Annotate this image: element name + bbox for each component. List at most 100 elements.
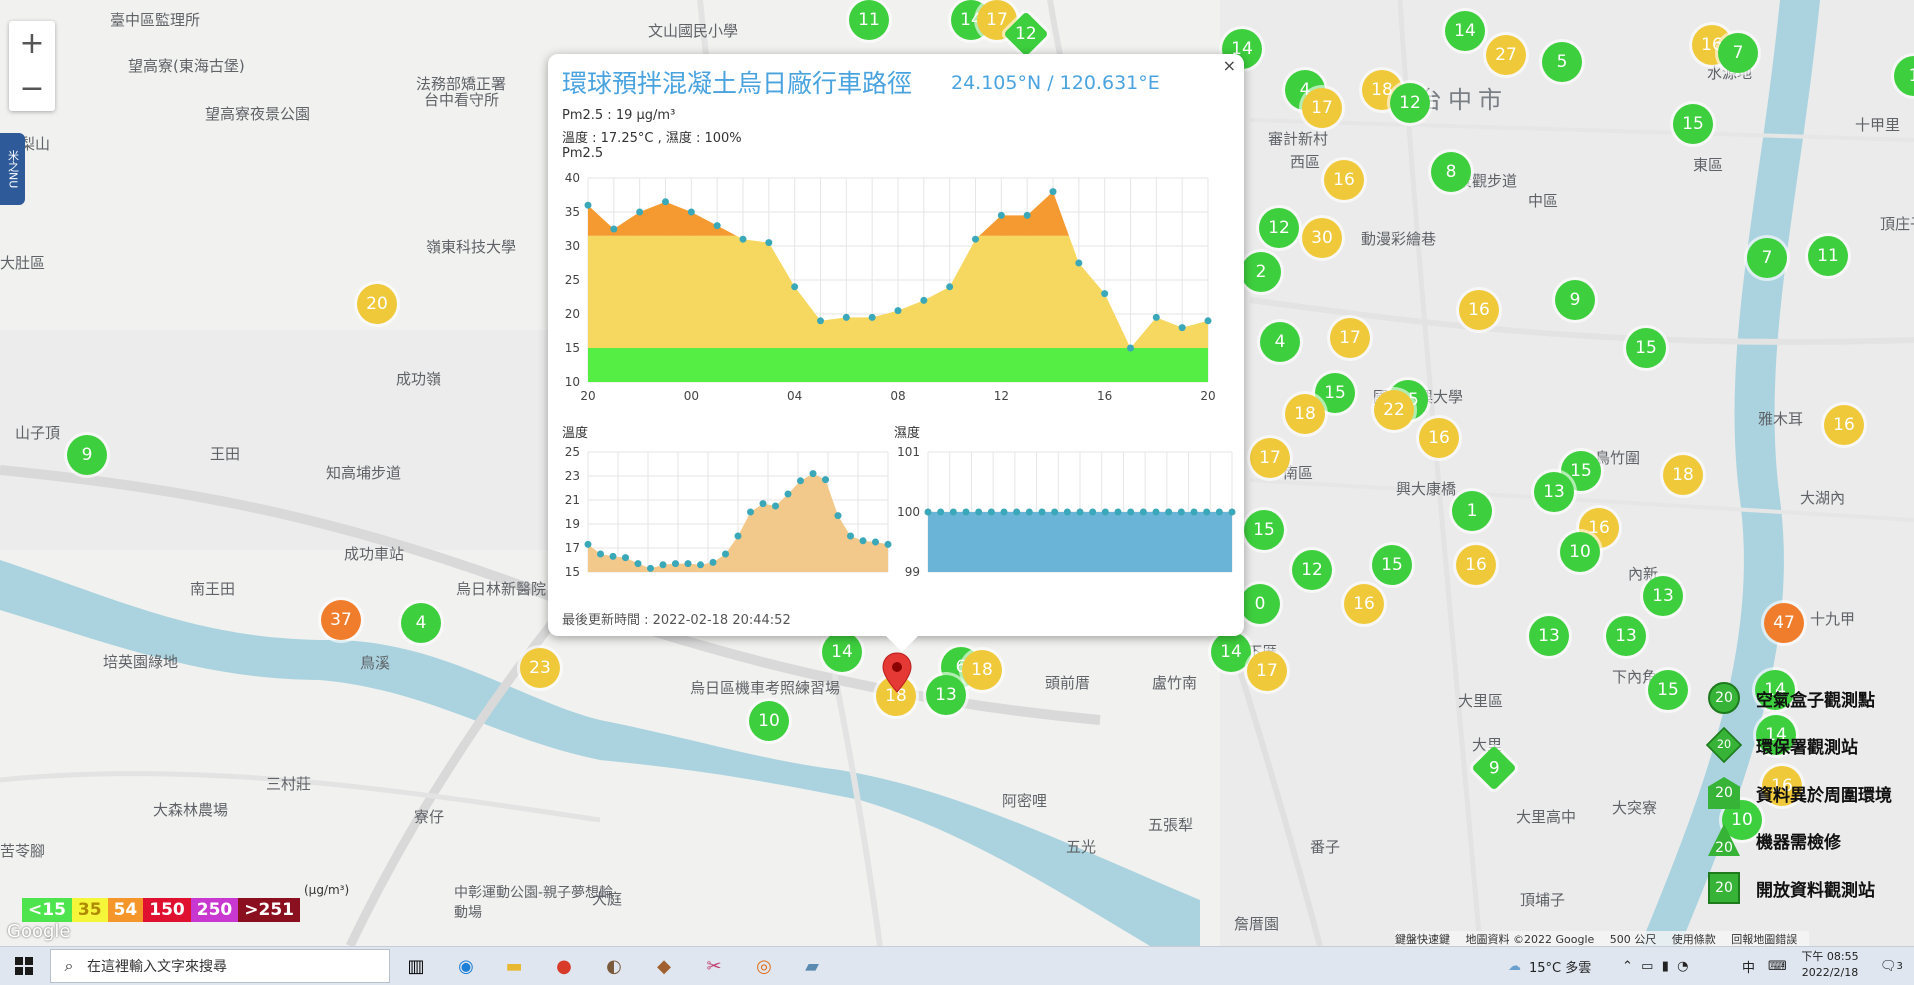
sensor-marker[interactable]: 17 [1247,651,1287,691]
data-point [946,283,954,291]
x-tick-label: 00 [684,389,699,403]
sensor-marker[interactable]: 16 [1824,405,1864,445]
sensor-marker[interactable]: 17 [1330,318,1370,358]
chevron-up-icon: ⌃ [1622,958,1633,974]
ime-indicator[interactable]: 中 [1742,947,1755,985]
sensor-marker[interactable]: 23 [520,648,560,688]
x-tick-label: 08 [890,389,905,403]
blender-icon[interactable]: ◎ [750,952,778,980]
app-icon[interactable]: ✂ [700,952,728,980]
app-icon[interactable]: ◆ [650,952,678,980]
sensor-marker[interactable]: 0 [1240,584,1280,624]
sensor-marker[interactable]: 10 [1560,532,1600,572]
sensor-marker[interactable]: 16 [1459,290,1499,330]
data-point [975,508,983,516]
sensor-marker[interactable]: 15 [1626,328,1666,368]
keyboard-icon[interactable]: ⌨ [1768,947,1787,985]
location-pin-icon[interactable] [882,652,912,694]
sensor-marker[interactable]: 11 [1808,236,1848,276]
data-point [1076,508,1084,516]
sensor-marker[interactable]: 14 [822,632,862,672]
chrome-icon[interactable]: ● [550,952,578,980]
data-point [791,283,799,291]
x-tick-label: 04 [787,389,802,403]
sensor-marker[interactable]: 20 [357,284,397,324]
sensor-marker[interactable]: 4 [401,603,441,643]
sensor-marker[interactable]: 13 [1529,616,1569,656]
start-button[interactable] [0,947,48,985]
data-point [1177,508,1185,516]
data-point [1139,508,1147,516]
sensor-marker[interactable]: 16 [1419,418,1459,458]
sensor-marker[interactable]: 5 [1542,42,1582,82]
weather-widget[interactable]: ☁ 15°C 多雲 [1508,947,1591,985]
sensor-marker[interactable]: 15 [1244,510,1284,550]
sensor-marker[interactable]: 1 [1452,491,1492,531]
edge-icon[interactable]: ◉ [452,952,480,980]
sensor-marker[interactable]: 11 [849,0,889,40]
sensor-marker[interactable]: 2 [1241,252,1281,292]
sensor-marker[interactable]: 22 [1374,390,1414,430]
scale-cell: 250 [190,898,239,922]
side-panel-tab[interactable]: 米之NU [0,133,25,205]
sensor-marker[interactable]: 12 [1292,550,1332,590]
sensor-marker[interactable]: 16 [1344,584,1384,624]
sensor-marker[interactable]: 17 [1302,88,1342,128]
notifications-button[interactable]: 🗨 3 [1880,947,1903,985]
app-icon[interactable]: ◐ [600,952,628,980]
sensor-marker[interactable]: 14 [1211,632,1251,672]
sensor-marker[interactable]: 9 [67,435,107,475]
data-point [1000,508,1008,516]
sensor-marker[interactable]: 13 [1534,472,1574,512]
sensor-marker[interactable]: 15 [1648,670,1688,710]
pm25-color-scale: <15 35 54 150 250 >251 [22,898,300,922]
sensor-marker[interactable]: 13 [1606,616,1646,656]
data-point [1165,508,1173,516]
sensor-marker[interactable]: 12 [1390,83,1430,123]
place-label: 詹厝園 [1234,915,1280,933]
place-label: 望高寮(東海古堡) [128,57,245,75]
sensor-marker[interactable]: 16 [1324,160,1364,200]
zoom-in-button[interactable]: + [9,21,55,66]
file-explorer-icon[interactable]: ▬ [500,952,528,980]
zoom-out-button[interactable]: − [9,66,55,111]
terms-link[interactable]: 使用條款 [1672,933,1716,946]
sensor-marker[interactable]: 15 [1372,545,1412,585]
sensor-marker[interactable]: 17 [1250,438,1290,478]
task-view-icon[interactable]: ▥ [402,952,430,980]
sensor-marker[interactable]: 18 [1663,455,1703,495]
sensor-marker[interactable]: 13 [1643,576,1683,616]
sensor-marker[interactable]: 7 [1747,238,1787,278]
sensor-marker[interactable]: 18 [1285,394,1325,434]
report-error-link[interactable]: 回報地圖錯誤 [1731,933,1797,946]
sensor-marker[interactable]: 16 [1456,545,1496,585]
taskbar-clock[interactable]: 下午 08:55 2022/2/18 [1795,949,1865,981]
place-label: 中區 [1528,192,1559,210]
sensor-marker[interactable]: 8 [1431,152,1471,192]
battery-icon: ▮ [1661,958,1669,974]
sensor-marker[interactable]: 37 [321,600,361,640]
sensor-marker[interactable]: 13 [926,675,966,715]
system-tray-icons[interactable]: ⌃ ▭ ▮ ◔ [1622,947,1689,985]
sensor-marker[interactable]: 30 [1302,218,1342,258]
sensor-marker[interactable]: 9 [1555,280,1595,320]
sensor-marker[interactable]: 47 [1764,603,1804,643]
data-point [1114,508,1122,516]
sensor-marker[interactable]: 10 [749,701,789,741]
sensor-marker[interactable]: 15 [1673,104,1713,144]
scale-bar[interactable]: 500 公尺 [1610,933,1657,946]
sensor-marker[interactable]: 4 [1260,322,1300,362]
taskbar-search[interactable]: ⌕ 在這裡輸入文字來搜尋 [50,949,390,983]
sensor-marker[interactable]: 7 [1718,33,1758,73]
data-point [1152,313,1160,321]
y-tick-label: 17 [565,541,580,555]
sensor-marker[interactable]: 18 [962,650,1002,690]
data-point [622,554,629,562]
sensor-marker[interactable]: 12 [1259,208,1299,248]
keyboard-shortcuts-link[interactable]: 鍵盤快速鍵 [1395,933,1450,946]
place-label: 東區 [1693,156,1724,174]
sensor-marker[interactable]: 27 [1486,35,1526,75]
data-point [634,560,642,568]
sensor-marker[interactable]: 14 [1445,11,1485,51]
app-icon[interactable]: ▰ [798,952,826,980]
